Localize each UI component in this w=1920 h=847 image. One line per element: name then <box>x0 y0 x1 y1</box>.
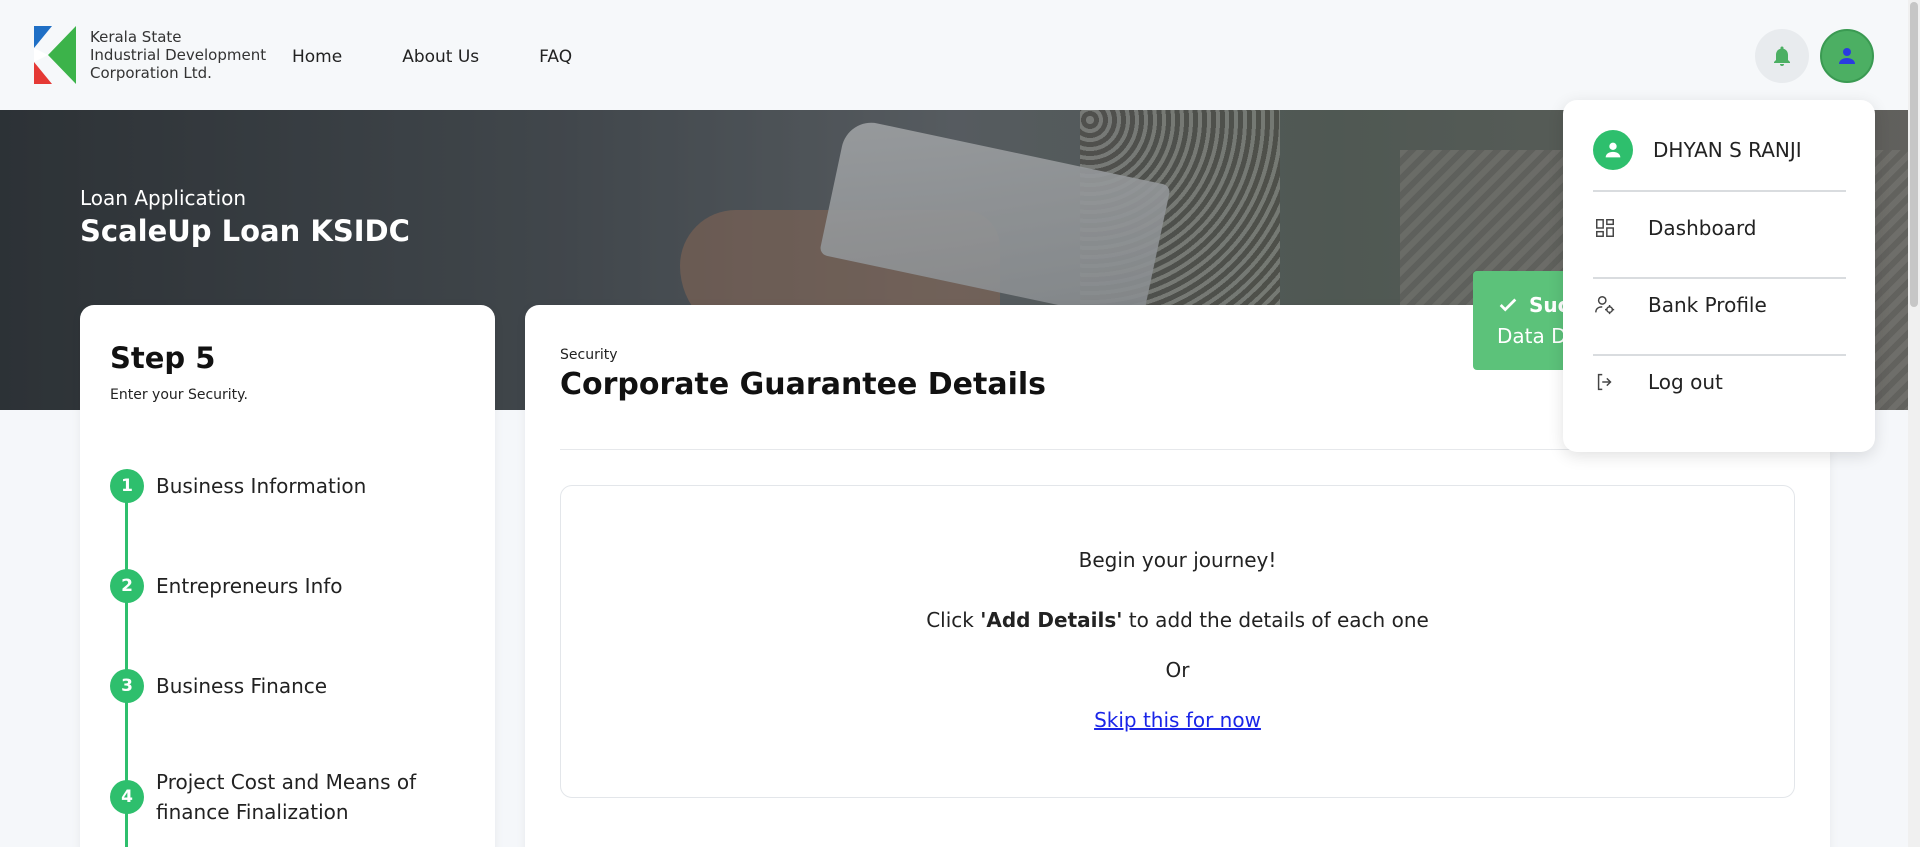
brand-name: Kerala State Industrial Development Corp… <box>90 28 266 82</box>
step-item-entrepreneurs-info[interactable]: 2 Entrepreneurs Info <box>110 569 343 603</box>
nav-home-link[interactable]: Home <box>292 47 342 67</box>
user-icon <box>1605 142 1621 158</box>
user-menu-button[interactable] <box>1820 29 1874 83</box>
ksidc-logo-icon[interactable] <box>34 26 76 84</box>
journey-or: Or <box>1165 658 1190 682</box>
skip-link[interactable]: Skip this for now <box>1094 708 1261 732</box>
brand-line-1: Kerala State <box>90 28 182 46</box>
top-header: Kerala State Industrial Development Corp… <box>0 0 1908 110</box>
step-title: Step 5 <box>110 341 216 375</box>
menu-item-label: Bank Profile <box>1648 293 1767 317</box>
instruction-prefix: Click <box>926 608 981 632</box>
success-toast[interactable]: Suc Data D <box>1473 271 1573 370</box>
nav-faq-link[interactable]: FAQ <box>539 47 572 67</box>
logout-icon <box>1593 370 1617 394</box>
toast-title-row: Suc <box>1497 293 1570 317</box>
step-number: 2 <box>110 569 144 603</box>
brand-line-2: Industrial Development <box>90 46 267 64</box>
nav-about-link[interactable]: About Us <box>402 47 479 67</box>
page-scrollbar[interactable] <box>1908 0 1920 847</box>
bank-profile-menu-item[interactable]: Bank Profile <box>1593 293 1767 317</box>
check-icon <box>1499 298 1517 312</box>
avatar <box>1593 130 1633 170</box>
instruction-bold: 'Add Details' <box>980 608 1123 632</box>
instruction-suffix: to add the details of each one <box>1122 608 1429 632</box>
step-label: Project Cost and Means of finance Finali… <box>156 767 416 827</box>
brand-line-3: Corporation Ltd. <box>90 64 212 82</box>
journey-instruction: Click 'Add Details' to add the details o… <box>561 608 1794 632</box>
skip-link-row: Skip this for now <box>561 708 1794 732</box>
user-settings-icon <box>1593 293 1617 317</box>
dropdown-user: DHYAN S RANJI <box>1593 130 1802 170</box>
user-name: DHYAN S RANJI <box>1653 138 1802 162</box>
step-item-business-information[interactable]: 1 Business Information <box>110 469 366 503</box>
step-number: 1 <box>110 469 144 503</box>
step-label-line-1: Project Cost and Means of <box>156 770 417 794</box>
logout-menu-item[interactable]: Log out <box>1593 370 1723 394</box>
step-label: Business Finance <box>156 674 328 698</box>
step-number: 3 <box>110 669 144 703</box>
dashboard-icon <box>1593 216 1617 240</box>
menu-item-label: Dashboard <box>1648 216 1757 240</box>
step-item-project-cost[interactable]: 4 Project Cost and Means of finance Fina… <box>110 767 416 827</box>
journey-heading: Begin your journey! <box>1078 548 1277 572</box>
menu-item-label: Log out <box>1648 370 1723 394</box>
dropdown-divider <box>1593 354 1846 356</box>
section-label: Security <box>560 347 618 363</box>
steps-panel: Step 5 Enter your Security. 1 Business I… <box>80 305 495 847</box>
section-title: Corporate Guarantee Details <box>560 367 1047 402</box>
toast-message: Data D <box>1497 324 1567 348</box>
step-label-line-2: finance Finalization <box>156 800 349 824</box>
scrollbar-thumb[interactable] <box>1910 2 1918 307</box>
dropdown-divider <box>1593 277 1846 279</box>
dashboard-menu-item[interactable]: Dashboard <box>1593 216 1757 240</box>
step-label: Business Information <box>156 474 367 498</box>
main-nav: Home About Us FAQ <box>292 47 572 67</box>
bell-icon <box>1774 46 1790 66</box>
step-label: Entrepreneurs Info <box>156 574 343 598</box>
step-description: Enter your Security. <box>110 387 248 403</box>
hero-title: ScaleUp Loan KSIDC <box>80 214 410 248</box>
dropdown-divider <box>1593 190 1846 192</box>
hero-subtitle: Loan Application <box>80 186 247 210</box>
empty-state-box: Begin your journey! Click 'Add Details' … <box>560 485 1795 798</box>
user-icon <box>1839 48 1855 64</box>
user-dropdown-menu: DHYAN S RANJI Dashboard Bank Profile Log… <box>1563 100 1875 452</box>
step-number: 4 <box>110 780 144 814</box>
step-item-business-finance[interactable]: 3 Business Finance <box>110 669 327 703</box>
notifications-button[interactable] <box>1755 29 1809 83</box>
